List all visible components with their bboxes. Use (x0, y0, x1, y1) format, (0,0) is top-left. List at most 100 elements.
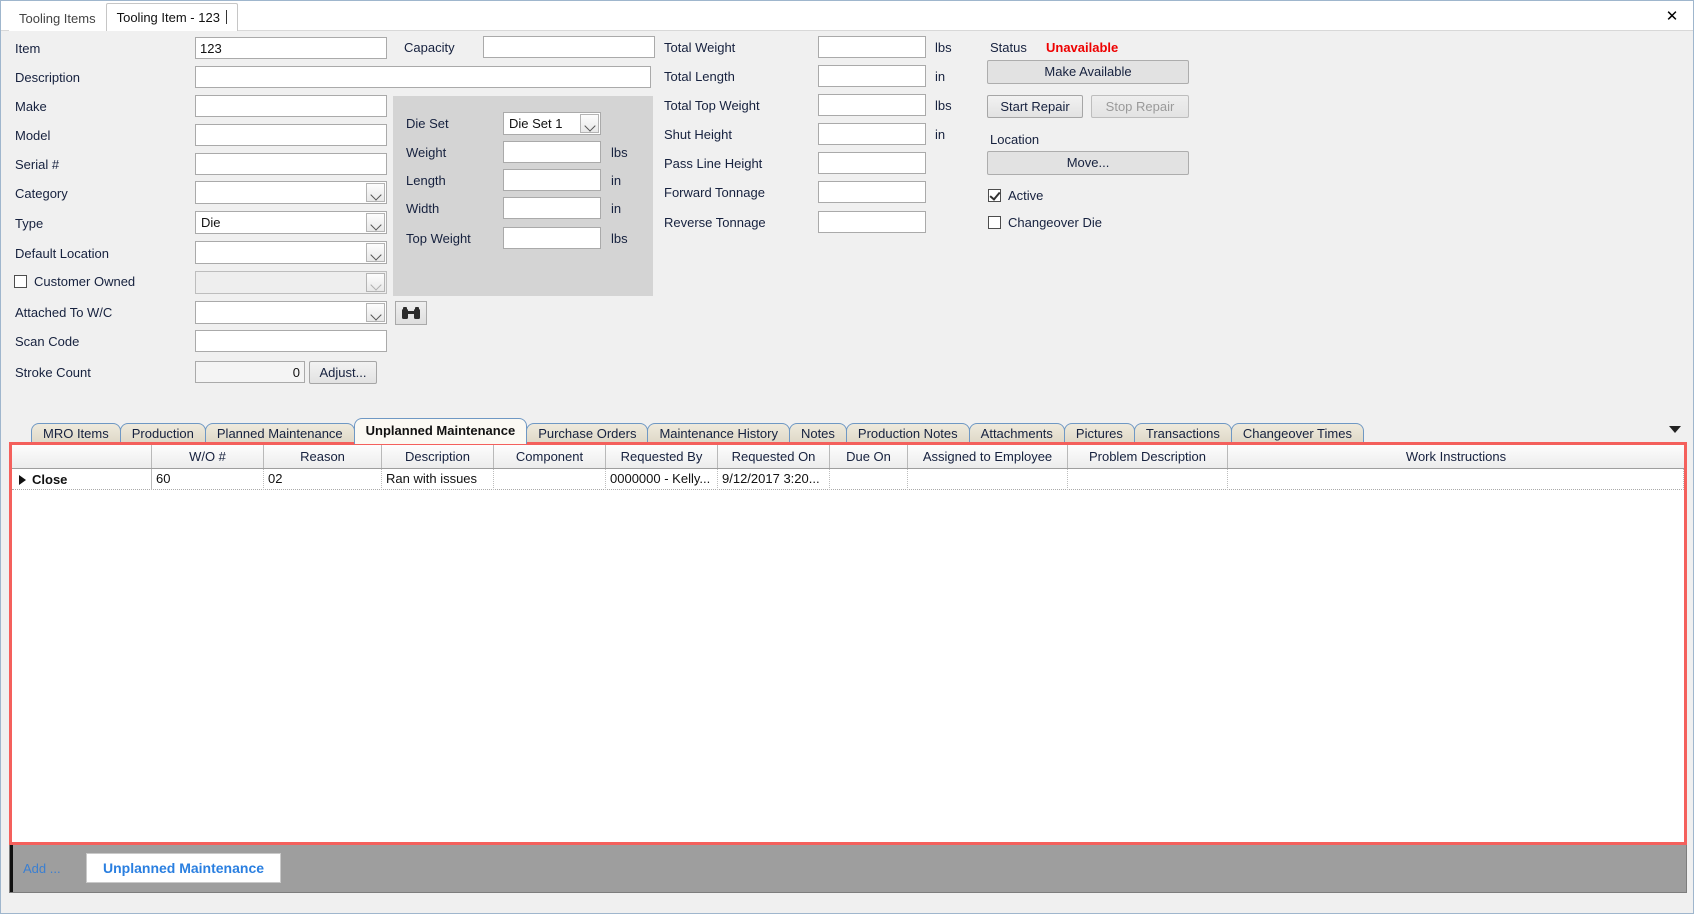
chevron-down-icon[interactable] (366, 303, 385, 322)
grid-header-description[interactable]: Description (382, 445, 494, 468)
grid-cell-component[interactable] (494, 469, 606, 490)
grid-cell-description[interactable]: Ran with issues (382, 469, 494, 490)
table-row[interactable]: Close 60 02 Ran with issues 0000000 - Ke… (12, 469, 1684, 490)
add-unplanned-maintenance-button[interactable]: Unplanned Maintenance (86, 853, 282, 883)
category-label: Category (15, 186, 68, 201)
grid-header-assigned-to-employee[interactable]: Assigned to Employee (908, 445, 1068, 468)
serial-number-label: Serial # (15, 157, 60, 172)
move-button[interactable]: Move... (987, 151, 1189, 175)
customer-owned-checkbox[interactable]: Customer Owned (14, 274, 135, 289)
item-input[interactable] (195, 37, 387, 59)
capacity-label: Capacity (404, 40, 455, 55)
chevron-down-icon[interactable] (580, 114, 599, 133)
chevron-down-icon[interactable] (366, 243, 385, 262)
tab-mro-items[interactable]: MRO Items (31, 423, 121, 444)
changeover-die-checkbox[interactable]: Changeover Die (988, 215, 1102, 230)
default-location-combo[interactable] (195, 241, 387, 264)
type-label: Type (15, 216, 44, 231)
grid-header-component[interactable]: Component (494, 445, 606, 468)
grid-header-requested-on[interactable]: Requested On (718, 445, 830, 468)
attached-to-wc-search-button[interactable] (395, 301, 427, 325)
item-label: Item (15, 41, 41, 56)
customer-owned-combo (195, 271, 387, 294)
status-label: Status (990, 40, 1027, 55)
forward-tonnage-input[interactable] (818, 181, 926, 203)
make-available-button[interactable]: Make Available (987, 60, 1189, 84)
pass-line-height-label: Pass Line Height (664, 156, 763, 171)
pass-line-height-input[interactable] (818, 152, 926, 174)
total-top-weight-unit: lbs (935, 98, 952, 113)
stroke-count-input[interactable] (195, 361, 305, 383)
tab-attachments[interactable]: Attachments (968, 423, 1065, 444)
status-badge: Unavailable (1046, 40, 1119, 55)
add-label[interactable]: Add ... (23, 861, 61, 876)
grid-header-wo-number[interactable]: W/O # (152, 445, 264, 468)
tab-production-notes[interactable]: Production Notes (845, 423, 970, 444)
grid-cell-problem-description[interactable] (1068, 469, 1228, 490)
die-weight-input[interactable] (503, 141, 601, 163)
tab-maintenance-history[interactable]: Maintenance History (647, 423, 790, 444)
total-weight-unit: lbs (935, 40, 952, 55)
top-tab-bar: Tooling Items Tooling Item - 123 ✕ (1, 1, 1693, 31)
close-link[interactable]: Close (32, 470, 67, 490)
grid-cell-requested-on[interactable]: 9/12/2017 3:20... (718, 469, 830, 490)
tab-transactions[interactable]: Transactions (1133, 423, 1232, 444)
grid-cell-assigned-to-employee[interactable] (908, 469, 1068, 490)
start-repair-button[interactable]: Start Repair (987, 95, 1083, 118)
total-length-input[interactable] (818, 65, 926, 87)
grid-cell-wo-number[interactable]: 60 (152, 469, 264, 490)
top-tab-tooling-item-123[interactable]: Tooling Item - 123 (105, 3, 238, 31)
top-tab-tooling-items[interactable]: Tooling Items (9, 6, 106, 31)
adjust-button[interactable]: Adjust... (309, 361, 377, 384)
shut-height-input[interactable] (818, 123, 926, 145)
die-length-input[interactable] (503, 169, 601, 191)
tab-notes[interactable]: Notes (788, 423, 847, 444)
tab-production[interactable]: Production (119, 423, 206, 444)
close-icon[interactable]: ✕ (1663, 7, 1681, 25)
grid-cell-action[interactable]: Close (12, 469, 152, 490)
total-top-weight-label: Total Top Weight (664, 98, 760, 113)
grid-cell-requested-by[interactable]: 0000000 - Kelly... (606, 469, 718, 490)
grid-header-action[interactable] (12, 445, 152, 468)
total-top-weight-input[interactable] (818, 94, 926, 116)
die-top-weight-input[interactable] (503, 227, 601, 249)
tab-purchase-orders[interactable]: Purchase Orders (526, 423, 649, 444)
type-combo[interactable]: Die (195, 211, 387, 234)
die-width-input[interactable] (503, 197, 601, 219)
grid-header-reason[interactable]: Reason (264, 445, 382, 468)
make-input[interactable] (195, 95, 387, 117)
tooling-item-form: Item Description Make Model Serial # Cat… (1, 31, 1693, 418)
grid-header-problem-description[interactable]: Problem Description (1068, 445, 1228, 468)
tab-planned-maintenance[interactable]: Planned Maintenance (204, 423, 355, 444)
tab-overflow-chevron-down-icon[interactable] (1669, 426, 1681, 433)
grid-cell-work-instructions[interactable] (1228, 469, 1684, 490)
capacity-input[interactable] (483, 36, 655, 58)
tab-changeover-times[interactable]: Changeover Times (1230, 423, 1364, 444)
checkbox-box (988, 216, 1001, 229)
attached-to-wc-combo[interactable] (195, 301, 387, 324)
category-combo[interactable] (195, 181, 387, 204)
chevron-down-icon[interactable] (366, 213, 385, 232)
grid-cell-due-on[interactable] (830, 469, 908, 490)
grid-footer-bar: Add ... Unplanned Maintenance (9, 845, 1687, 893)
die-set-label: Die Set (406, 116, 449, 131)
scan-code-input[interactable] (195, 330, 387, 352)
grid-header-work-instructions[interactable]: Work Instructions (1228, 445, 1684, 468)
description-input[interactable] (195, 66, 651, 88)
grid-cell-reason[interactable]: 02 (264, 469, 382, 490)
tab-unplanned-maintenance[interactable]: Unplanned Maintenance (353, 418, 528, 444)
grid-inner: W/O # Reason Description Component Reque… (12, 445, 1684, 842)
tab-pictures[interactable]: Pictures (1063, 423, 1135, 444)
active-checkbox[interactable]: Active (988, 188, 1043, 203)
model-input[interactable] (195, 124, 387, 146)
total-weight-input[interactable] (818, 36, 926, 58)
binoculars-icon (402, 306, 420, 319)
serial-number-input[interactable] (195, 153, 387, 175)
chevron-down-icon[interactable] (366, 183, 385, 202)
die-width-label: Width (406, 201, 440, 216)
reverse-tonnage-input[interactable] (818, 211, 926, 233)
die-weight-unit: lbs (611, 145, 628, 160)
die-set-combo[interactable]: Die Set 1 (503, 112, 601, 135)
grid-header-requested-by[interactable]: Requested By (606, 445, 718, 468)
grid-header-due-on[interactable]: Due On (830, 445, 908, 468)
